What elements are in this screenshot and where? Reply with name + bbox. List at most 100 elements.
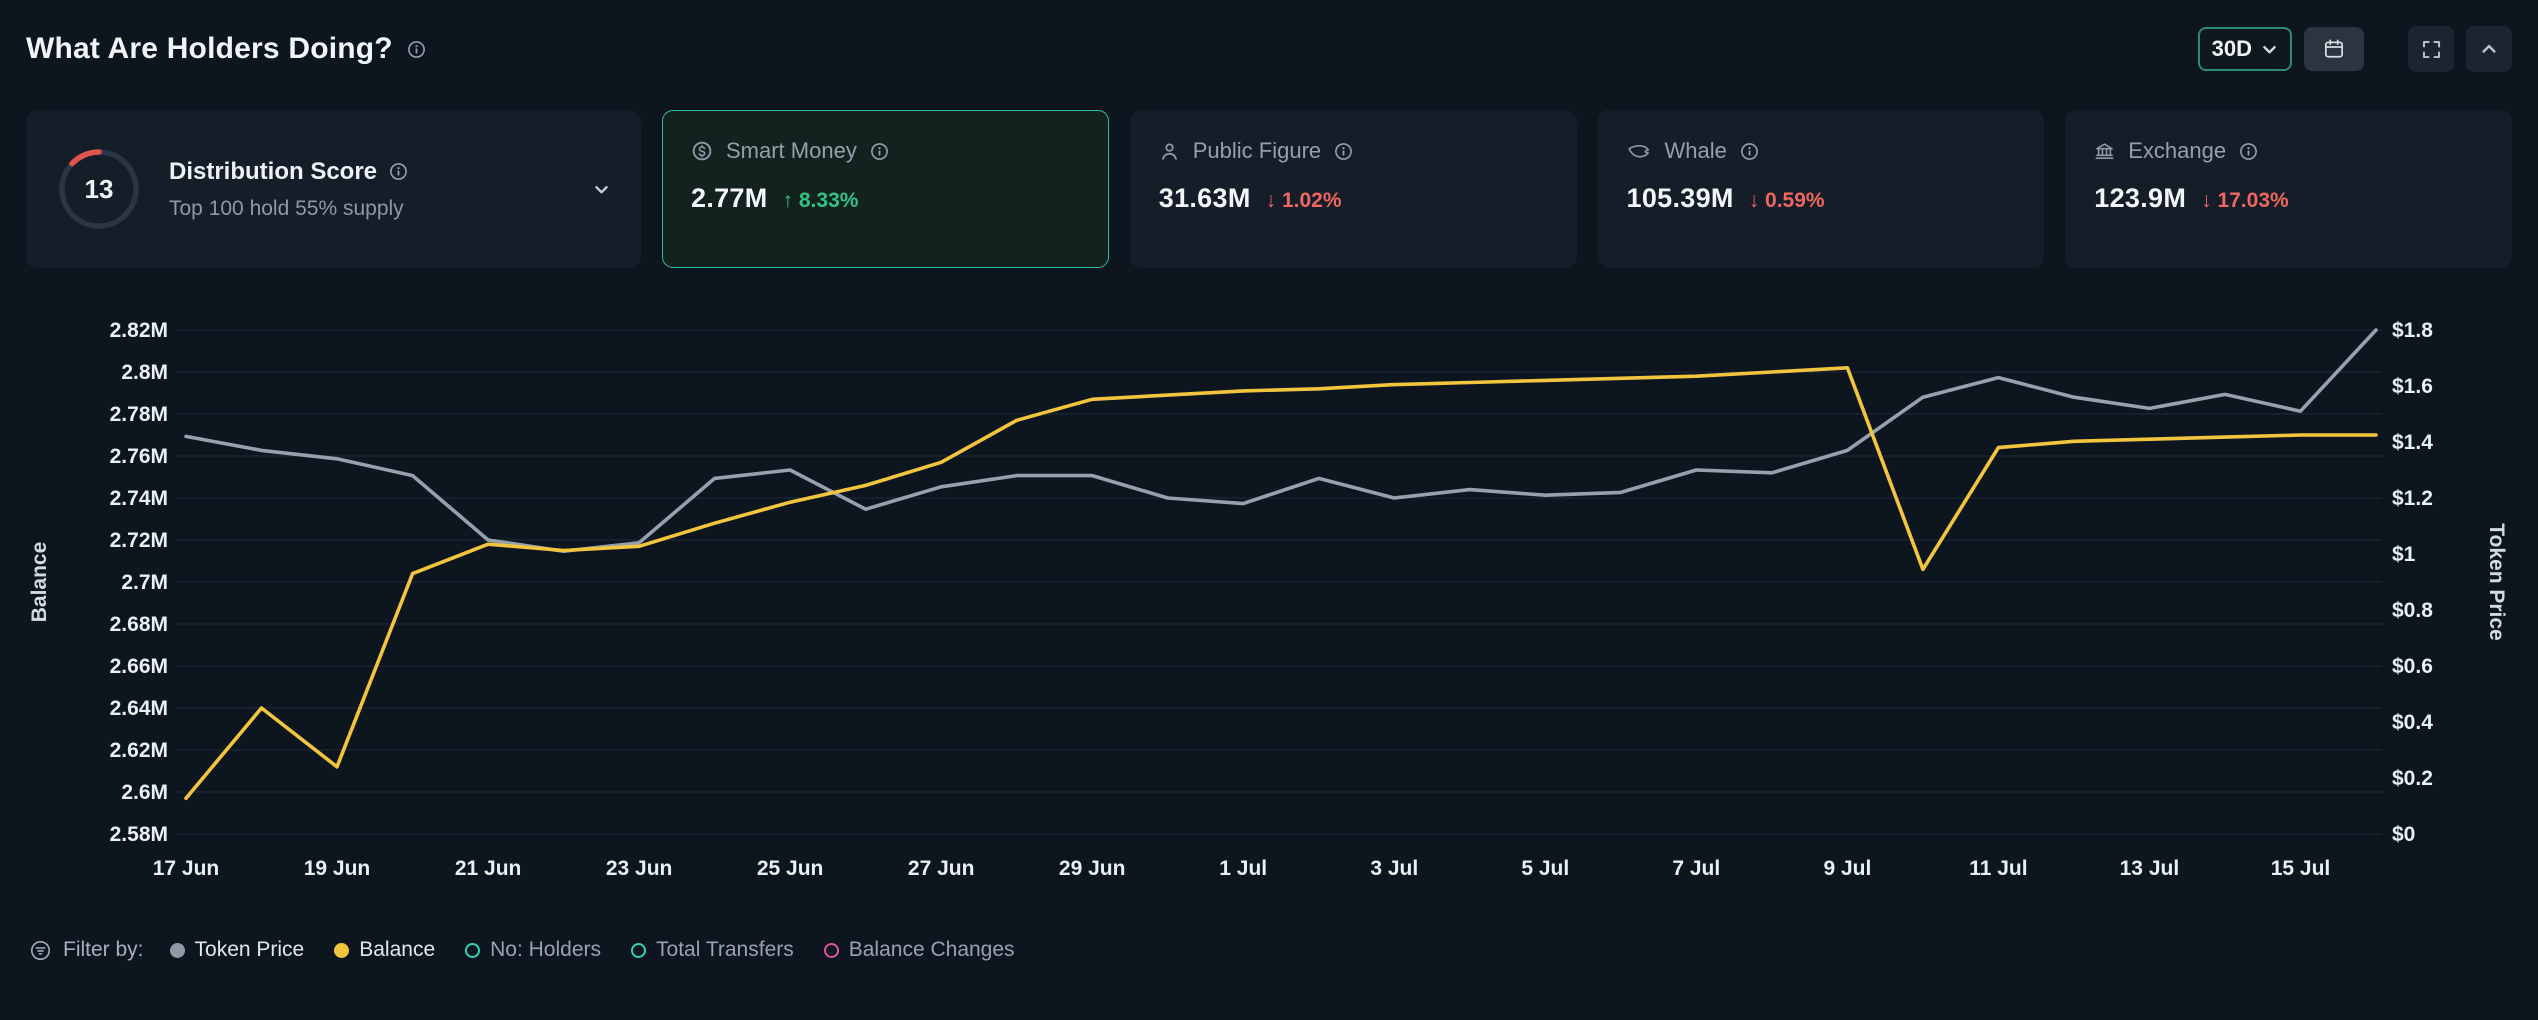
right-axis-tick: $0.2 bbox=[2392, 767, 2433, 790]
stat-change: ↓ 1.02% bbox=[1266, 189, 1342, 213]
legend-label: Token Price bbox=[195, 938, 305, 962]
x-axis-tick: 23 Jun bbox=[606, 857, 673, 880]
left-axis-tick: 2.62M bbox=[110, 739, 168, 762]
info-icon[interactable] bbox=[1740, 142, 1759, 161]
left-axis-tick: 2.68M bbox=[110, 613, 168, 636]
legend-total-transfers[interactable]: Total Transfers bbox=[631, 938, 794, 962]
filter-label: Filter by: bbox=[63, 938, 144, 962]
legend-token-price[interactable]: Token Price bbox=[170, 938, 305, 962]
x-axis-tick: 11 Jul bbox=[1969, 857, 2027, 880]
x-axis-tick: 19 Jun bbox=[304, 857, 371, 880]
right-axis-tick: $0.4 bbox=[2392, 711, 2433, 734]
x-axis-tick: 15 Jul bbox=[2271, 857, 2331, 880]
legend-marker bbox=[631, 943, 646, 958]
info-icon[interactable] bbox=[407, 40, 426, 59]
right-axis-tick: $1.4 bbox=[2392, 431, 2433, 454]
x-axis-tick: 9 Jul bbox=[1823, 857, 1871, 880]
chevron-down-icon[interactable] bbox=[593, 181, 610, 198]
x-axis-tick: 3 Jul bbox=[1370, 857, 1418, 880]
token-price-line[interactable] bbox=[186, 330, 2376, 551]
info-icon[interactable] bbox=[870, 142, 889, 161]
right-axis-tick: $1.2 bbox=[2392, 487, 2433, 510]
holders-chart[interactable]: 2.58M2.6M2.62M2.64M2.66M2.68M2.7M2.72M2.… bbox=[26, 312, 2512, 892]
stat-value: 123.9M bbox=[2094, 183, 2186, 214]
stat-title: Whale bbox=[1665, 138, 1727, 164]
left-axis-tick: 2.8M bbox=[121, 361, 168, 384]
stat-card-exchange[interactable]: Exchange 123.9M ↓ 17.03% bbox=[2065, 110, 2512, 268]
stat-change: ↑ 8.33% bbox=[783, 189, 859, 213]
balance-price-chart[interactable]: 2.58M2.6M2.62M2.64M2.66M2.68M2.7M2.72M2.… bbox=[26, 312, 2512, 887]
timeframe-dropdown[interactable]: 30D bbox=[2198, 27, 2292, 71]
legend-marker bbox=[170, 943, 185, 958]
calendar-button[interactable] bbox=[2304, 27, 2364, 71]
stat-value: 105.39M bbox=[1627, 183, 1734, 214]
x-axis-tick: 5 Jul bbox=[1521, 857, 1569, 880]
left-axis-tick: 2.66M bbox=[110, 655, 168, 678]
right-axis-tick: $1.6 bbox=[2392, 375, 2433, 398]
x-axis-tick: 17 Jun bbox=[153, 857, 220, 880]
legend-label: Balance bbox=[359, 938, 435, 962]
left-axis-tick: 2.64M bbox=[110, 697, 168, 720]
info-icon[interactable] bbox=[2239, 142, 2258, 161]
stat-value: 2.77M bbox=[691, 183, 768, 214]
stat-card-smart-money[interactable]: Smart Money 2.77M ↑ 8.33% bbox=[662, 110, 1109, 268]
chevron-up-icon bbox=[2480, 40, 2498, 58]
legend-items: Token Price Balance No: Holders Total Trans… bbox=[170, 938, 1015, 962]
chevron-down-icon bbox=[2261, 41, 2278, 58]
legend-marker bbox=[824, 943, 839, 958]
bank-icon bbox=[2094, 141, 2115, 162]
stat-title: Public Figure bbox=[1193, 138, 1321, 164]
coin-icon bbox=[691, 140, 713, 162]
info-icon[interactable] bbox=[389, 162, 408, 181]
calendar-icon bbox=[2323, 38, 2345, 60]
distribution-score-card[interactable]: 13 Distribution Score Top 100 hold 55% s… bbox=[26, 110, 641, 268]
legend-no-holders[interactable]: No: Holders bbox=[465, 938, 601, 962]
legend-marker bbox=[334, 943, 349, 958]
right-axis-title: Token Price bbox=[2485, 523, 2508, 641]
legend-balance[interactable]: Balance bbox=[334, 938, 435, 962]
distribution-title: Distribution Score bbox=[169, 158, 377, 186]
holders-analytics-panel: What Are Holders Doing? 30D bbox=[0, 24, 2538, 1020]
left-axis-tick: 2.72M bbox=[110, 529, 168, 552]
stats-row: 13 Distribution Score Top 100 hold 55% s… bbox=[26, 110, 2512, 268]
person-icon bbox=[1159, 141, 1180, 162]
legend-label: No: Holders bbox=[490, 938, 601, 962]
fullscreen-button[interactable] bbox=[2408, 26, 2454, 72]
left-axis-title: Balance bbox=[28, 542, 51, 623]
right-axis-tick: $1.8 bbox=[2392, 319, 2433, 342]
header-controls: 30D bbox=[2198, 26, 2512, 72]
right-axis-tick: $0 bbox=[2392, 823, 2415, 846]
stat-change: ↓ 0.59% bbox=[1749, 189, 1825, 213]
timeframe-value: 30D bbox=[2212, 36, 2252, 62]
x-axis-tick: 7 Jul bbox=[1672, 857, 1720, 880]
right-axis-tick: $0.6 bbox=[2392, 655, 2433, 678]
stat-title: Smart Money bbox=[726, 138, 857, 164]
right-axis-tick: $1 bbox=[2392, 543, 2416, 566]
page-title: What Are Holders Doing? bbox=[26, 32, 393, 66]
stat-card-public-figure[interactable]: Public Figure31.63M↓ 1.02% bbox=[1130, 110, 1577, 268]
stat-card-whale[interactable]: Whale 105.39M ↓ 0.59% bbox=[1598, 110, 2045, 268]
right-axis-tick: $0.8 bbox=[2392, 599, 2433, 622]
left-axis-tick: 2.82M bbox=[110, 319, 168, 342]
header: What Are Holders Doing? 30D bbox=[26, 24, 2512, 74]
legend-label: Total Transfers bbox=[656, 938, 794, 962]
info-icon[interactable] bbox=[1334, 142, 1353, 161]
fullscreen-icon bbox=[2421, 39, 2442, 60]
left-axis-tick: 2.76M bbox=[110, 445, 168, 468]
stat-title: Exchange bbox=[2128, 138, 2226, 164]
stat-change: ↓ 17.03% bbox=[2201, 189, 2289, 213]
left-axis-tick: 2.7M bbox=[121, 571, 168, 594]
x-axis-tick: 27 Jun bbox=[908, 857, 975, 880]
left-axis-tick: 2.6M bbox=[121, 781, 168, 804]
legend-marker bbox=[465, 943, 480, 958]
legend-label: Balance Changes bbox=[849, 938, 1015, 962]
x-axis-tick: 21 Jun bbox=[455, 857, 522, 880]
distribution-subtitle: Top 100 hold 55% supply bbox=[169, 197, 565, 221]
x-axis-tick: 25 Jun bbox=[757, 857, 824, 880]
balance-line[interactable] bbox=[186, 368, 2376, 799]
legend-balance-changes[interactable]: Balance Changes bbox=[824, 938, 1015, 962]
x-axis-tick: 13 Jul bbox=[2120, 857, 2180, 880]
x-axis-tick: 29 Jun bbox=[1059, 857, 1126, 880]
distribution-gauge: 13 bbox=[57, 147, 141, 231]
collapse-button[interactable] bbox=[2466, 26, 2512, 72]
